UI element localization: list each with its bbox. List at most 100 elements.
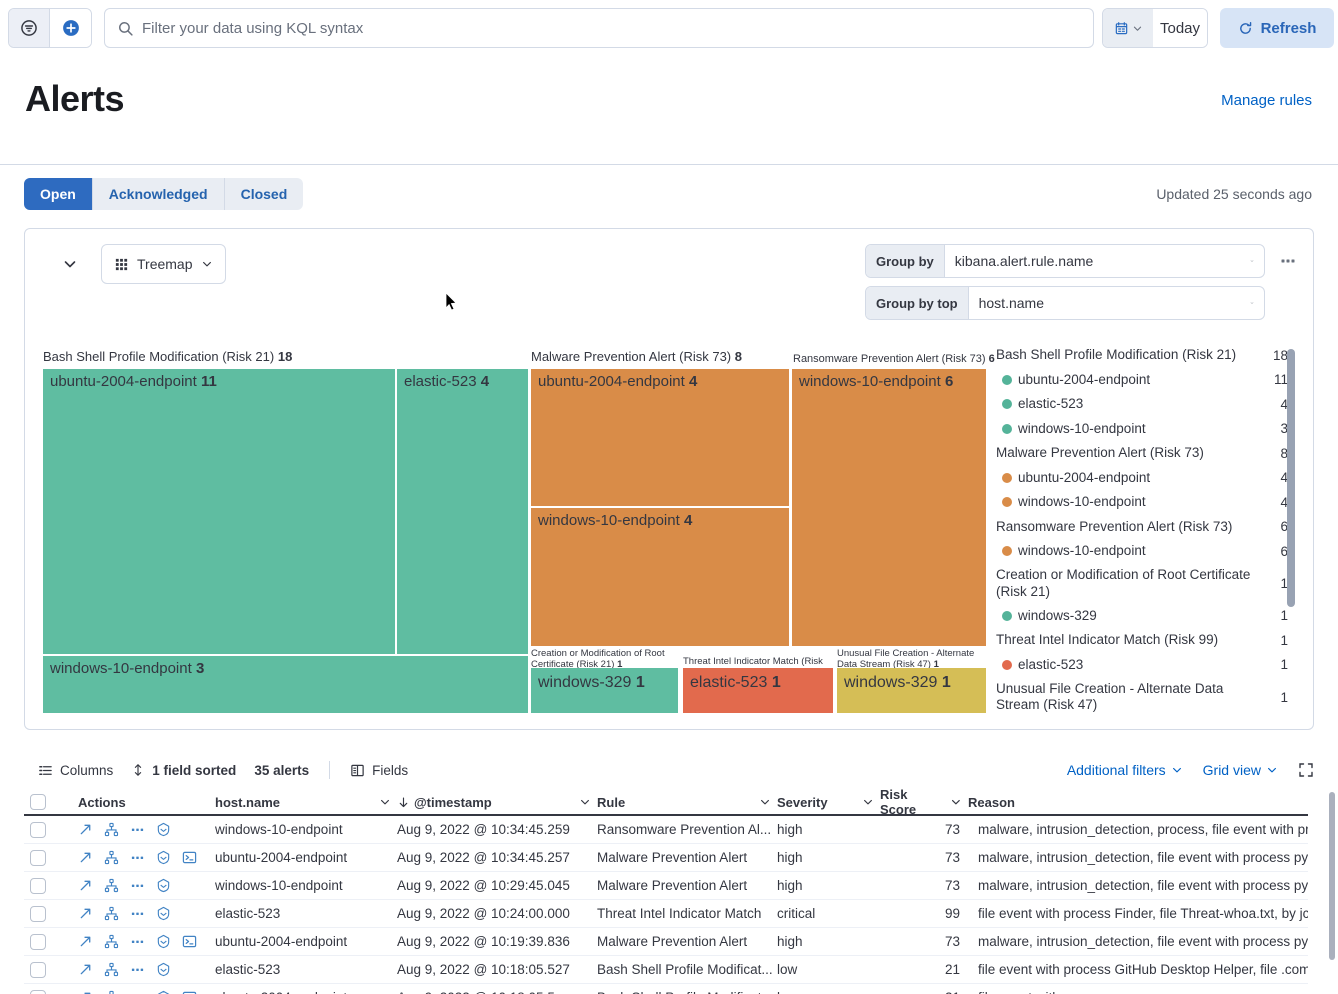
manage-rules-link[interactable]: Manage rules	[1221, 92, 1312, 109]
treemap-tile[interactable]: elastic-523 1	[683, 668, 833, 713]
column-header-host[interactable]: host.name	[215, 795, 397, 810]
group-by-top-select[interactable]: Group by top host.name	[865, 286, 1265, 320]
expand-alert-icon[interactable]	[78, 934, 93, 949]
saved-query-menu-button[interactable]	[9, 9, 50, 47]
column-header-severity[interactable]: Severity	[777, 795, 880, 810]
additional-filters-button[interactable]: Additional filters	[1067, 762, 1183, 778]
row-checkbox[interactable]	[30, 934, 46, 950]
analyze-event-icon[interactable]	[104, 822, 119, 837]
shield-icon[interactable]	[156, 990, 171, 994]
shield-icon[interactable]	[156, 962, 171, 977]
tab-open[interactable]: Open	[24, 178, 92, 210]
add-filter-button[interactable]	[50, 9, 91, 47]
analyze-event-icon[interactable]	[104, 878, 119, 893]
legend-group-row[interactable]: Ransomware Prevention Alert (Risk 73)6	[996, 515, 1288, 540]
chart-type-select[interactable]: Treemap	[101, 244, 226, 284]
column-header-reason[interactable]: Reason	[968, 795, 1308, 810]
refresh-label: Refresh	[1261, 20, 1317, 37]
expand-alert-icon[interactable]	[78, 990, 93, 994]
chevron-down-icon	[1171, 764, 1183, 776]
row-checkbox[interactable]	[30, 822, 46, 838]
session-view-terminal-icon[interactable]	[182, 934, 197, 949]
more-actions-icon[interactable]	[130, 878, 145, 893]
column-header-timestamp[interactable]: @timestamp	[397, 795, 597, 810]
analyze-event-icon[interactable]	[104, 906, 119, 921]
analyze-event-icon[interactable]	[104, 962, 119, 977]
expand-alert-icon[interactable]	[78, 822, 93, 837]
more-actions-icon[interactable]	[130, 934, 145, 949]
treemap-tile[interactable]: windows-329 1	[837, 668, 986, 713]
session-view-terminal-icon[interactable]	[182, 850, 197, 865]
shield-icon[interactable]	[156, 822, 171, 837]
tab-acknowledged[interactable]: Acknowledged	[92, 178, 224, 210]
cell-timestamp: Aug 9, 2022 @ 10:34:45.259	[397, 822, 597, 837]
row-checkbox[interactable]	[30, 990, 46, 994]
select-all-checkbox[interactable]	[30, 794, 46, 810]
expand-alert-icon[interactable]	[78, 906, 93, 921]
grid-scrollbar[interactable]	[1329, 792, 1335, 960]
analyze-event-icon[interactable]	[104, 990, 119, 994]
analyze-event-icon[interactable]	[104, 934, 119, 949]
shield-icon[interactable]	[156, 850, 171, 865]
grid-view-button[interactable]: Grid view	[1203, 762, 1278, 778]
legend-group-row[interactable]: Creation or Modification of Root Certifi…	[996, 564, 1288, 604]
legend-item-row[interactable]: elastic-5234	[996, 392, 1288, 417]
fields-button[interactable]: Fields	[350, 763, 408, 778]
legend-group-row[interactable]: Threat Intel Indicator Match (Risk 99)1	[996, 628, 1288, 653]
shield-icon[interactable]	[156, 934, 171, 949]
expand-alert-icon[interactable]	[78, 962, 93, 977]
treemap-tile[interactable]: elastic-523 4	[397, 369, 528, 654]
legend-group-row[interactable]: Unusual File Creation - Alternate Data S…	[996, 677, 1288, 717]
fullscreen-icon[interactable]	[1298, 762, 1314, 778]
sort-descending-icon	[397, 796, 410, 809]
group-by-select[interactable]: Group by kibana.alert.rule.name	[865, 244, 1265, 278]
treemap-tile[interactable]: windows-329 1	[531, 668, 678, 713]
legend-group-row[interactable]: Bash Shell Profile Modification (Risk 21…	[996, 343, 1288, 368]
analyze-event-icon[interactable]	[104, 850, 119, 865]
legend-item-row[interactable]: windows-10-endpoint6	[996, 539, 1288, 564]
more-actions-icon[interactable]	[130, 850, 145, 865]
date-range-button[interactable]: Today	[1153, 9, 1207, 47]
tab-closed[interactable]: Closed	[224, 178, 304, 210]
shield-icon[interactable]	[156, 878, 171, 893]
columns-button[interactable]: Columns	[38, 763, 113, 778]
shield-icon[interactable]	[156, 906, 171, 921]
expand-alert-icon[interactable]	[78, 878, 93, 893]
row-checkbox[interactable]	[30, 962, 46, 978]
collapse-panel-button[interactable]	[58, 252, 82, 276]
inspect-menu-button[interactable]	[1275, 251, 1301, 271]
row-checkbox[interactable]	[30, 878, 46, 894]
cell-risk-score: 21	[880, 962, 968, 977]
sort-fields-button[interactable]: 1 field sorted	[131, 763, 236, 778]
legend-group-row[interactable]: Malware Prevention Alert (Risk 73)8	[996, 441, 1288, 466]
date-range-label: Today	[1160, 20, 1200, 37]
legend-item-row[interactable]: elastic-5231	[996, 653, 1288, 678]
legend-scrollbar[interactable]	[1287, 349, 1295, 607]
more-actions-icon[interactable]	[130, 962, 145, 977]
legend-dot-icon	[1002, 473, 1012, 483]
session-view-terminal-icon[interactable]	[182, 990, 197, 994]
more-actions-icon[interactable]	[130, 990, 145, 994]
legend-item-row[interactable]: windows-10-endpoint3	[996, 417, 1288, 442]
more-actions-icon[interactable]	[130, 822, 145, 837]
expand-alert-icon[interactable]	[78, 850, 93, 865]
row-checkbox[interactable]	[30, 906, 46, 922]
chevron-down-icon	[950, 796, 962, 808]
row-checkbox[interactable]	[30, 850, 46, 866]
treemap-tile[interactable]: ubuntu-2004-endpoint 11	[43, 369, 395, 654]
more-actions-icon[interactable]	[130, 906, 145, 921]
treemap-tile[interactable]: windows-10-endpoint 3	[43, 656, 528, 713]
legend-item-row[interactable]: windows-3291	[996, 604, 1288, 629]
treemap-tile[interactable]: windows-10-endpoint 6	[792, 369, 986, 646]
legend-item-row[interactable]: ubuntu-2004-endpoint11	[996, 368, 1288, 393]
treemap-tile[interactable]: ubuntu-2004-endpoint 4	[531, 369, 789, 506]
treemap-tile[interactable]: windows-10-endpoint 4	[531, 508, 789, 646]
column-header-risk-score[interactable]: Risk Score	[880, 787, 968, 817]
legend-item-row[interactable]: windows-10-endpoint4	[996, 490, 1288, 515]
refresh-button[interactable]: Refresh	[1220, 8, 1334, 48]
treemap-grid-icon	[114, 257, 129, 272]
legend-item-row[interactable]: ubuntu-2004-endpoint4	[996, 466, 1288, 491]
kql-search-input[interactable]	[142, 20, 1081, 37]
column-header-rule[interactable]: Rule	[597, 795, 777, 810]
date-quick-select-button[interactable]	[1103, 9, 1153, 47]
